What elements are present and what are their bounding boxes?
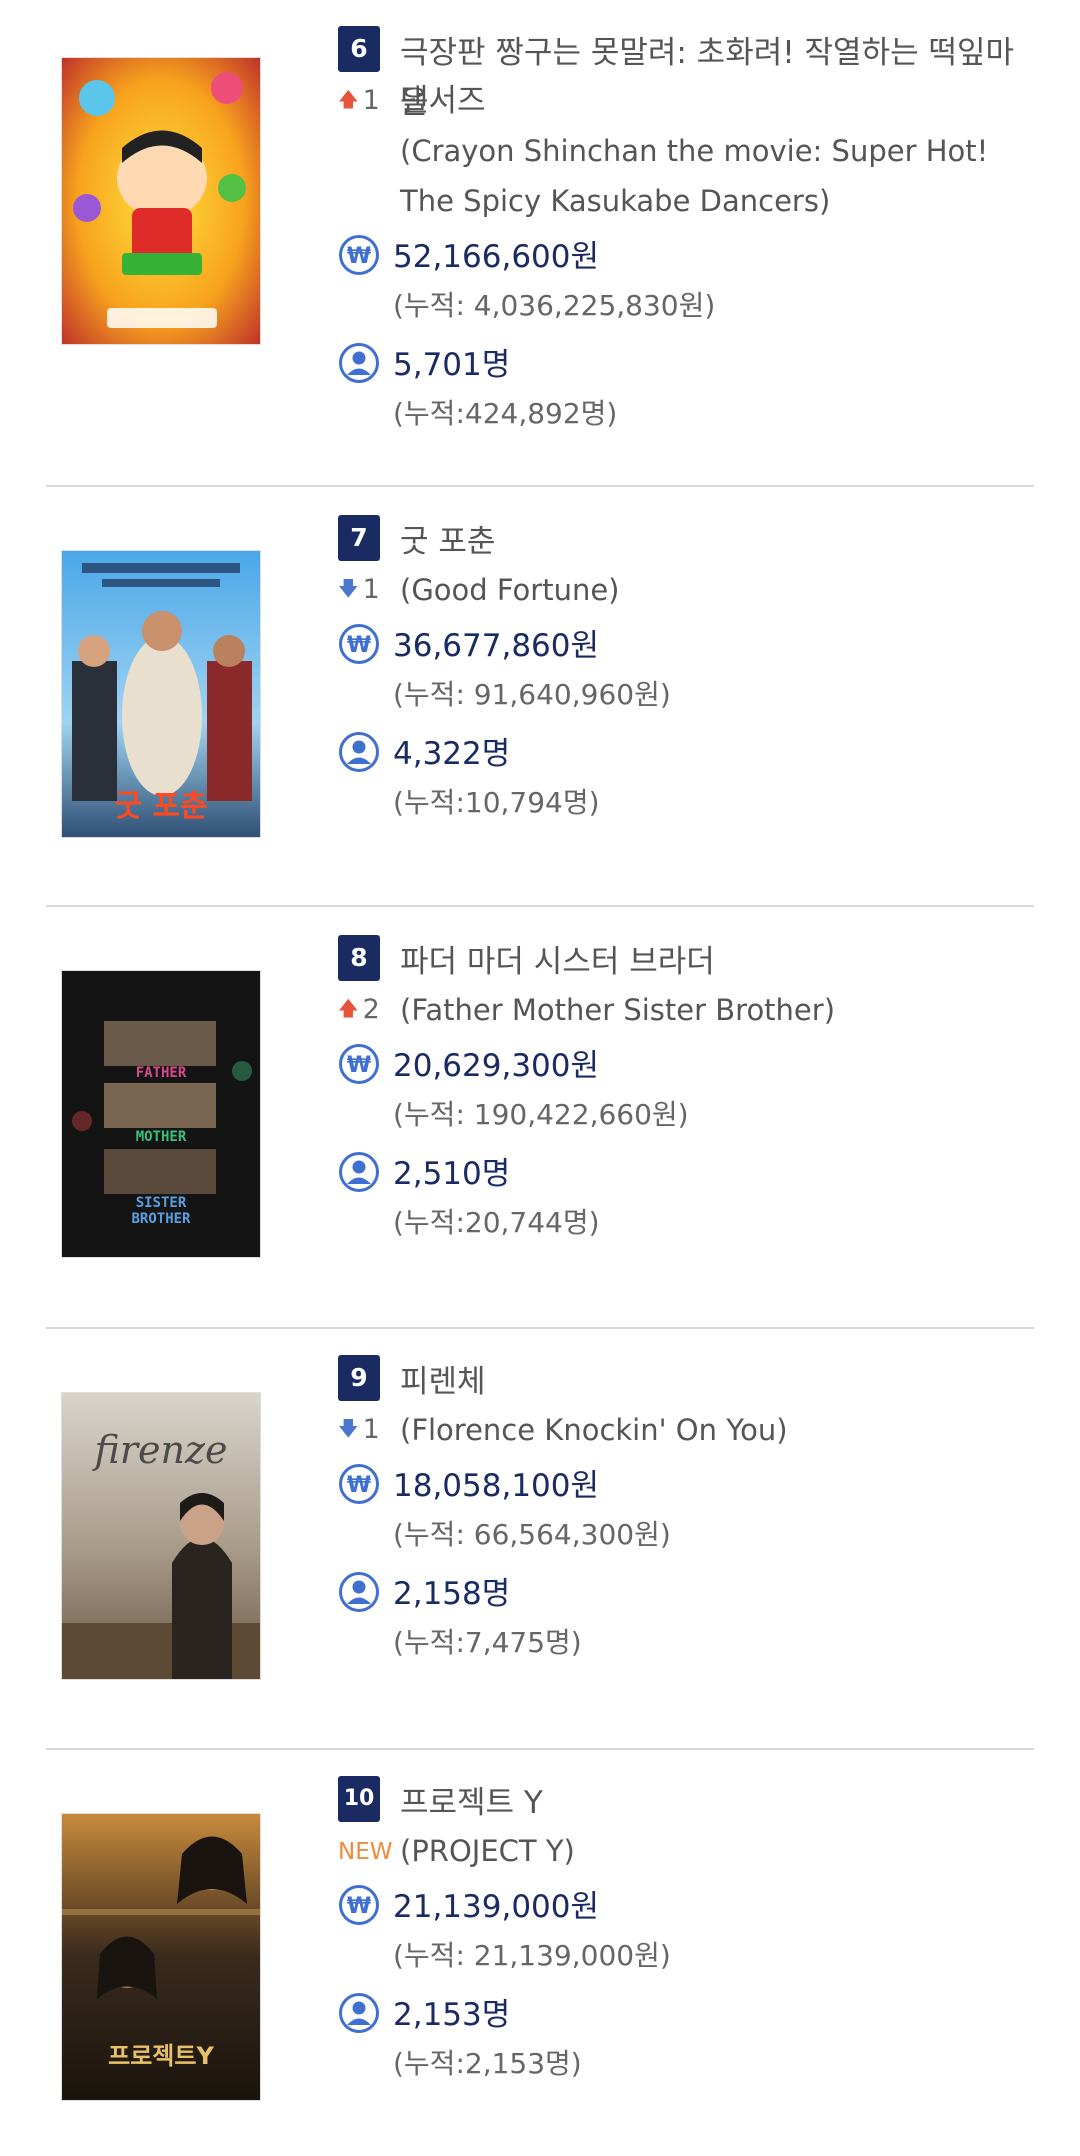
- audience-cumulative: (누적:10,794명): [393, 786, 600, 819]
- poster-image: FATHER MOTHER SISTER BROTHER: [62, 971, 260, 1257]
- movie-poster[interactable]: firenze: [62, 1393, 260, 1679]
- svg-text:₩: ₩: [347, 1894, 371, 1919]
- sales-value: 36,677,860원: [393, 628, 600, 664]
- divider: [46, 905, 1034, 907]
- rank-change: 🡅 1: [338, 76, 400, 127]
- poster-title: 굿 포춘: [114, 789, 208, 824]
- rank-change: NEW: [338, 1826, 400, 1877]
- audience-cumulative: (누적:424,892명): [393, 397, 618, 430]
- arrow-down-icon: 🡇: [338, 576, 359, 600]
- won-icon: ₩: [339, 235, 379, 275]
- won-icon: ₩: [339, 1464, 379, 1504]
- poster-word: FATHER: [136, 1065, 187, 1081]
- won-icon: ₩: [339, 624, 379, 664]
- audience-value: 2,158명: [393, 1576, 511, 1612]
- sales-cumulative: (누적: 4,036,225,830원): [393, 289, 716, 322]
- rank-change-value: 2: [362, 994, 380, 1025]
- movie-poster[interactable]: [62, 58, 260, 344]
- audience-cumulative: (누적:20,744명): [393, 1206, 600, 1239]
- svg-text:₩: ₩: [347, 1053, 371, 1078]
- poster-image: [62, 58, 260, 344]
- arrow-up-icon: 🡅: [338, 996, 359, 1020]
- poster-title: firenze: [94, 1428, 228, 1472]
- person-icon: [339, 343, 379, 383]
- movie-poster[interactable]: 굿 포춘: [62, 551, 260, 837]
- poster-word: MOTHER: [136, 1129, 187, 1145]
- poster-word: BROTHER: [131, 1211, 191, 1227]
- audience-value: 2,510명: [393, 1156, 511, 1192]
- sales-value: 52,166,600원: [393, 239, 600, 275]
- rank-change: 🡇 1: [338, 565, 400, 616]
- sales-cumulative: (누적: 190,422,660원): [393, 1098, 689, 1131]
- poster-title: 프로젝트Y: [108, 2042, 214, 2070]
- audience-value: 4,322명: [393, 736, 511, 772]
- rank-change-value: 1: [362, 85, 380, 116]
- rank-change-value: 1: [362, 1414, 380, 1445]
- sales-cumulative: (누적: 91,640,960원): [393, 678, 671, 711]
- audience-cumulative: (누적:2,153명): [393, 2047, 582, 2080]
- new-badge: NEW: [338, 1839, 393, 1865]
- movie-title[interactable]: 파더 마더 시스터 브라더: [400, 937, 1020, 987]
- movie-title[interactable]: 피렌체: [400, 1357, 1020, 1407]
- person-icon: [339, 1993, 379, 2033]
- arrow-down-icon: 🡇: [338, 1416, 359, 1440]
- sales-value: 20,629,300원: [393, 1048, 600, 1084]
- svg-text:₩: ₩: [347, 633, 371, 658]
- arrow-up-icon: 🡅: [338, 87, 359, 111]
- audience-value: 5,701명: [393, 347, 511, 383]
- sales-value: 21,139,000원: [393, 1889, 600, 1925]
- movie-title-line2[interactable]: 댄서즈: [400, 76, 1020, 126]
- svg-text:₩: ₩: [347, 244, 371, 269]
- original-title: (Florence Knockin' On You): [400, 1413, 788, 1447]
- original-title: (Good Fortune): [400, 573, 620, 607]
- divider: [46, 485, 1034, 487]
- rank-badge: 7: [338, 515, 380, 561]
- won-icon: ₩: [339, 1044, 379, 1084]
- movie-title[interactable]: 굿 포춘: [400, 517, 1020, 567]
- person-icon: [339, 732, 379, 772]
- rank-change-value: 1: [362, 574, 380, 605]
- person-icon: [339, 1152, 379, 1192]
- won-icon: ₩: [339, 1885, 379, 1925]
- audience-value: 2,153명: [393, 1997, 511, 2033]
- divider: [46, 1327, 1034, 1329]
- original-title: (Father Mother Sister Brother): [400, 993, 836, 1027]
- sales-value: 18,058,100원: [393, 1468, 600, 1504]
- divider: [46, 1748, 1034, 1750]
- svg-text:₩: ₩: [347, 1473, 371, 1498]
- rank-badge: 8: [338, 935, 380, 981]
- rank-badge: 9: [338, 1355, 380, 1401]
- rank-change: 🡇 1: [338, 1405, 400, 1456]
- sales-cumulative: (누적: 21,139,000원): [393, 1939, 671, 1972]
- rank-badge: 6: [338, 26, 380, 72]
- movie-title[interactable]: 프로젝트 Y: [400, 1778, 1020, 1828]
- sales-cumulative: (누적: 66,564,300원): [393, 1518, 671, 1551]
- original-title: (PROJECT Y): [400, 1834, 575, 1868]
- audience-cumulative: (누적:7,475명): [393, 1626, 582, 1659]
- original-title: (Crayon Shinchan the movie: Super Hot!: [400, 134, 989, 168]
- original-title-line2: The Spicy Kasukabe Dancers): [400, 184, 831, 218]
- poster-word: SISTER: [136, 1195, 187, 1211]
- rank-change: 🡅 2: [338, 985, 400, 1036]
- person-icon: [339, 1572, 379, 1612]
- movie-poster[interactable]: 프로젝트Y: [62, 1814, 260, 2100]
- movie-poster[interactable]: FATHER MOTHER SISTER BROTHER: [62, 971, 260, 1257]
- rank-badge: 10: [338, 1776, 380, 1822]
